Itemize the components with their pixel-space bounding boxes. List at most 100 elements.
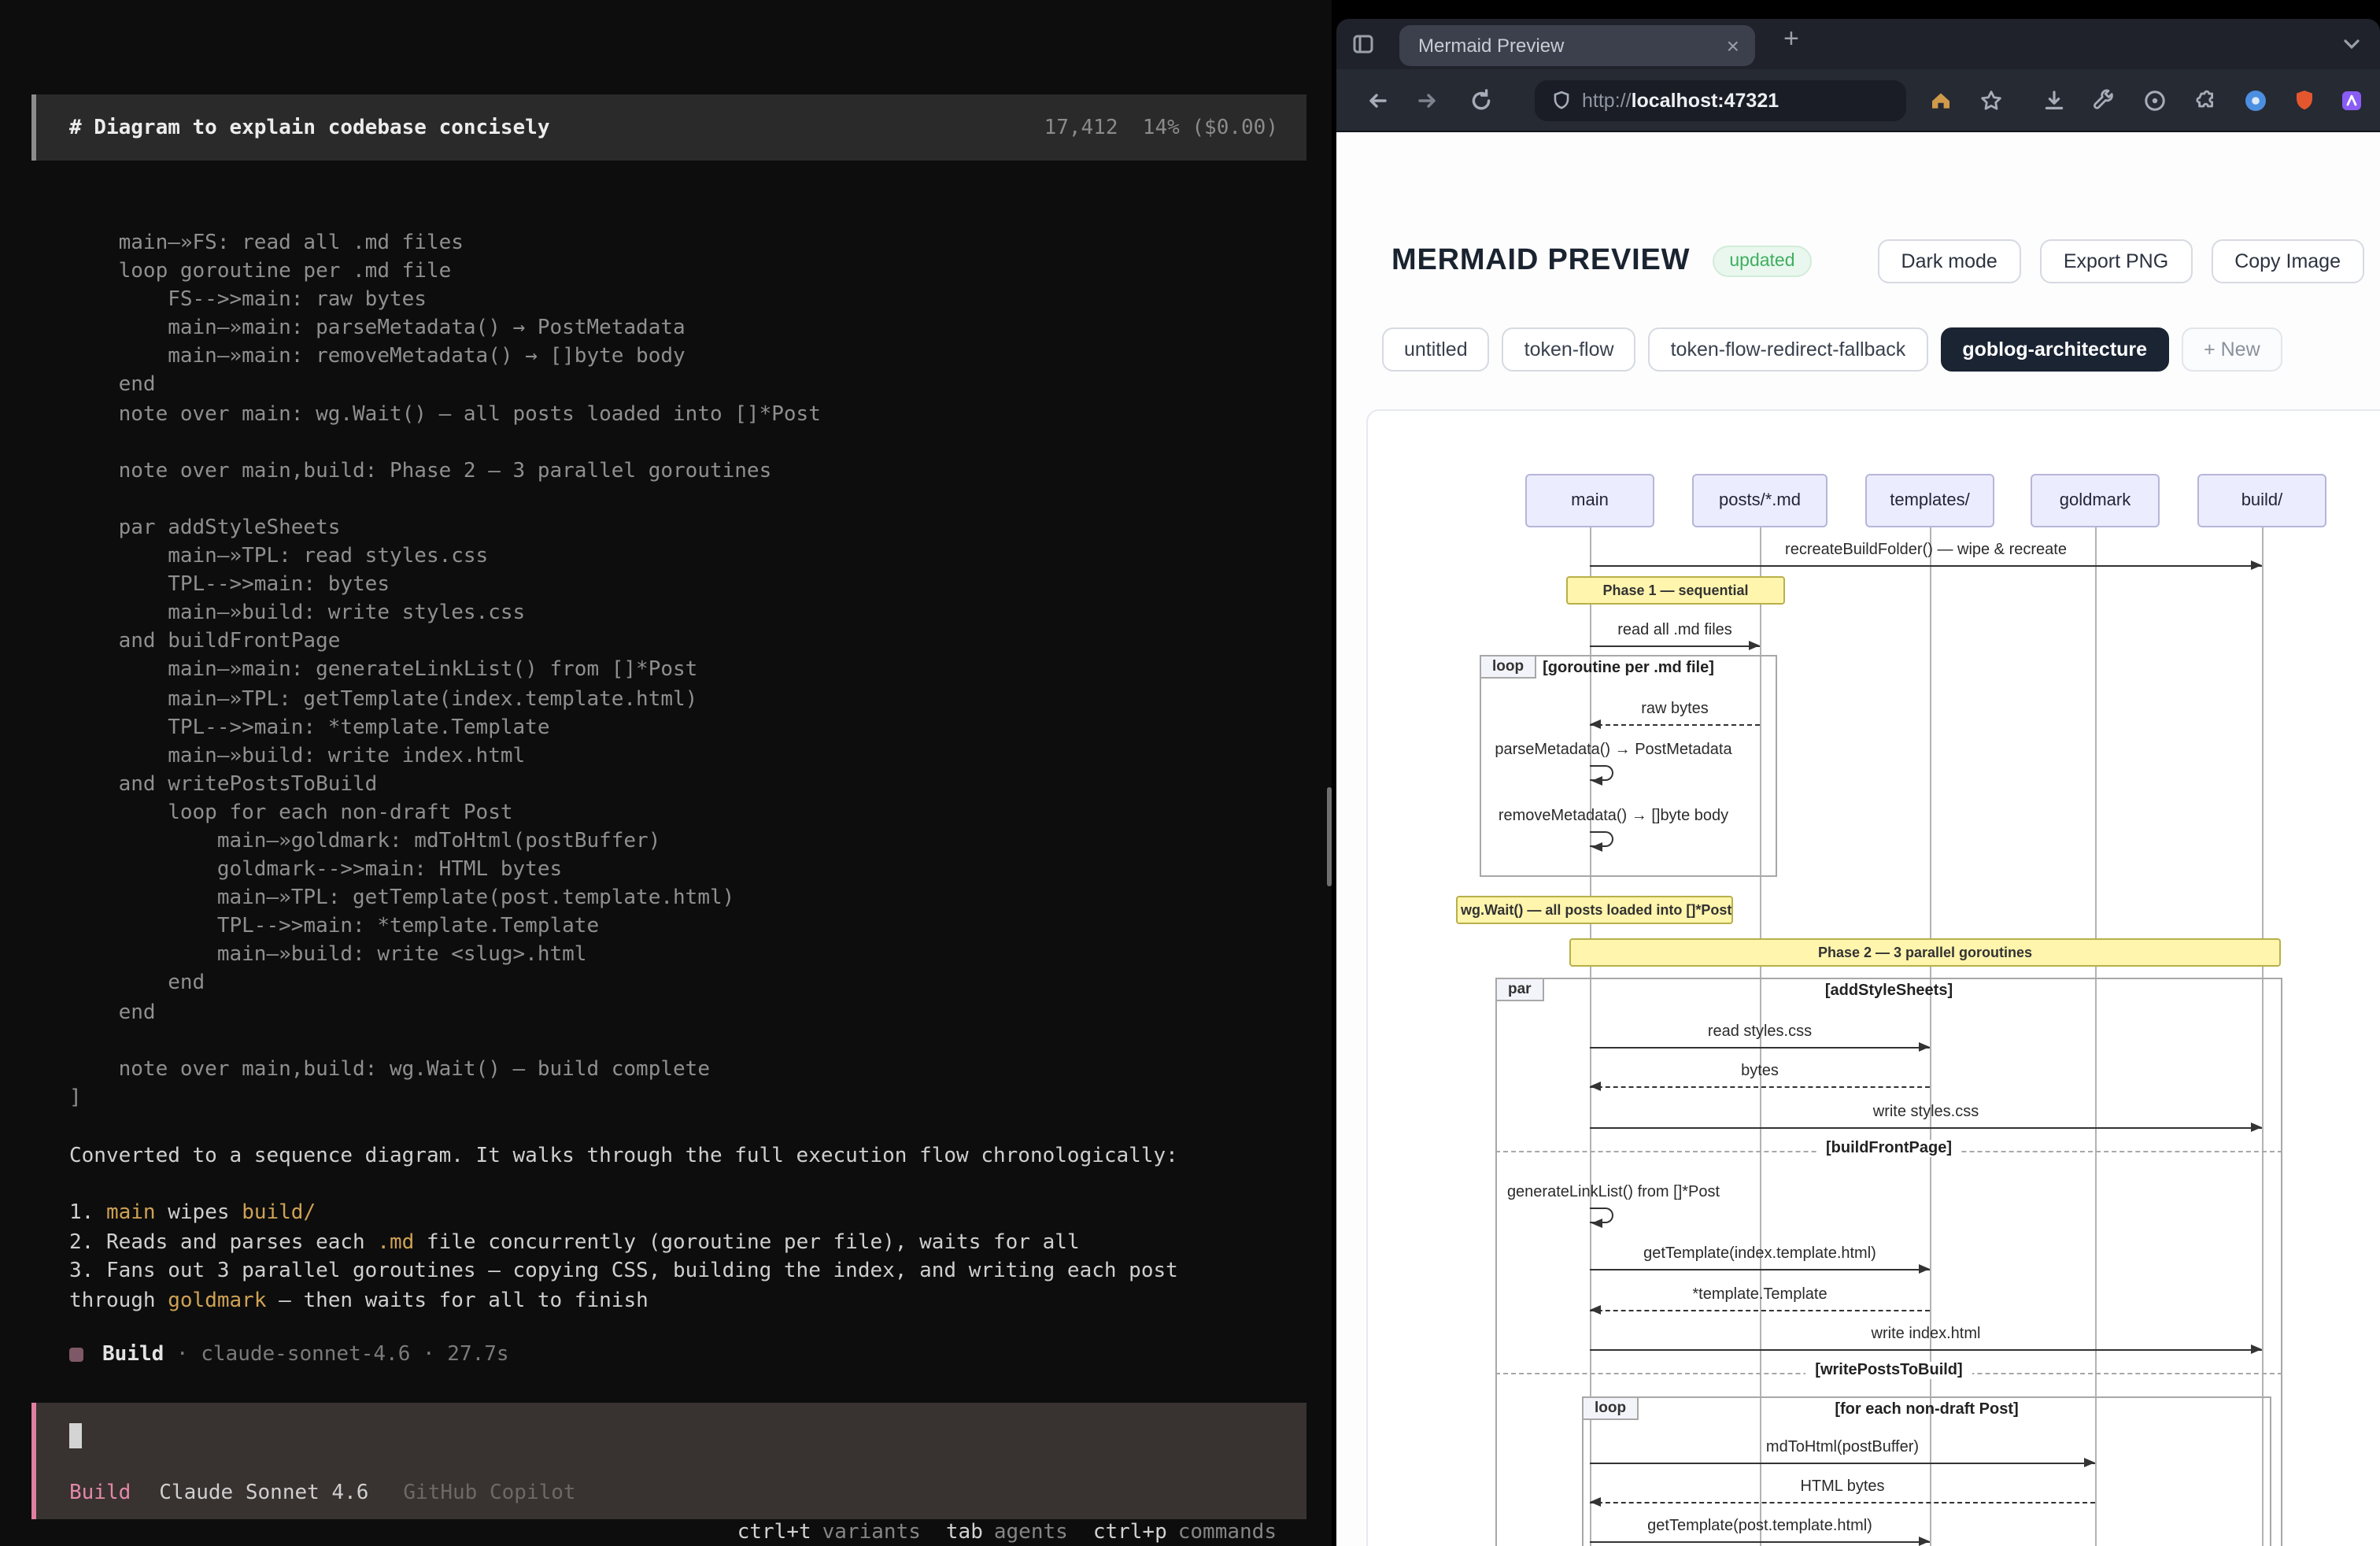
message-label: recreateBuildFolder() — wipe & recreate bbox=[1785, 542, 2067, 559]
arrowhead bbox=[1590, 1081, 1601, 1090]
arrowhead bbox=[1591, 775, 1602, 785]
diagram-note: Phase 1 — sequential bbox=[1566, 576, 1785, 605]
url-scheme: http:// bbox=[1582, 90, 1632, 112]
file-tabs: untitled token-flow token-flow-redirect-fa… bbox=[1382, 327, 2282, 372]
arrowhead bbox=[1590, 719, 1601, 728]
shortcut-hint: tab agents bbox=[945, 1521, 1068, 1544]
download-icon[interactable] bbox=[2042, 88, 2067, 113]
action-buttons: Dark mode Export PNG Copy Image bbox=[1877, 239, 2364, 283]
browser-tab[interactable]: Mermaid Preview × bbox=[1399, 25, 1755, 66]
file-tab-goblog-architecture[interactable]: goblog-architecture bbox=[1940, 327, 2170, 372]
message-line bbox=[1590, 645, 1760, 647]
browser-tab-title: Mermaid Preview bbox=[1418, 35, 1565, 57]
action-button-dark-mode[interactable]: Dark mode bbox=[1877, 239, 2021, 283]
forward-icon[interactable] bbox=[1415, 88, 1440, 113]
summary-list-line: 2. Reads and parses each .md file concur… bbox=[69, 1230, 1080, 1254]
diagram-note: wg.Wait() — all posts loaded into []*Pos… bbox=[1456, 896, 1733, 924]
message-line bbox=[1590, 1349, 2262, 1351]
message-line bbox=[1590, 565, 2262, 567]
frame-title: [goroutine per .md file] bbox=[1543, 660, 1714, 677]
build-status-icon bbox=[69, 1348, 83, 1362]
sequence-diagram: main posts/*.md templates/goldmark build/lo… bbox=[1368, 411, 2380, 1546]
file-tab-token-flow-redirect-fallback[interactable]: token-flow-redirect-fallback bbox=[1648, 327, 1928, 372]
file-tab--new[interactable]: + New bbox=[2182, 327, 2282, 372]
message-line bbox=[1590, 1463, 2095, 1464]
message-label: write styles.css bbox=[1872, 1104, 1979, 1121]
participant-box: build/ bbox=[2197, 474, 2326, 527]
session-header: # Diagram to explain codebase concisely … bbox=[31, 94, 1306, 161]
arrowhead bbox=[2251, 560, 2262, 569]
browser-window: Mermaid Preview × + http://localhost:473… bbox=[1336, 19, 2380, 1546]
arrowhead bbox=[2251, 1344, 2262, 1353]
extensions-puzzle-icon[interactable] bbox=[2193, 88, 2218, 113]
bookmark-star-icon[interactable] bbox=[1979, 88, 2004, 113]
adblock-shield-icon[interactable] bbox=[2292, 88, 2317, 113]
arrowhead bbox=[1919, 1041, 1930, 1051]
message-line bbox=[1590, 1086, 1930, 1088]
file-tab-token-flow[interactable]: token-flow bbox=[1502, 327, 1636, 372]
participant-box: posts/*.md bbox=[1692, 474, 1828, 527]
home-icon[interactable] bbox=[1928, 88, 1953, 113]
prompt-input[interactable]: Build Claude Sonnet 4.6 GitHub Copilot bbox=[31, 1403, 1306, 1519]
file-tab-untitled[interactable]: untitled bbox=[1382, 327, 1490, 372]
extension-circle-icon[interactable] bbox=[2142, 88, 2168, 113]
message-label: read all .md files bbox=[1617, 622, 1732, 639]
message-label: *template.Template bbox=[1692, 1286, 1828, 1304]
close-icon[interactable]: × bbox=[1727, 35, 1739, 57]
shortcut-hint: ctrl+p commands bbox=[1092, 1521, 1277, 1544]
participant-box: main bbox=[1525, 474, 1654, 527]
message-label: getTemplate(index.template.html) bbox=[1643, 1245, 1876, 1263]
message-label: removeMetadata() → []byte body bbox=[1498, 808, 1729, 825]
url-text: http://localhost:47321 bbox=[1582, 90, 1779, 112]
message-line bbox=[1590, 724, 1760, 726]
message-label: raw bytes bbox=[1641, 701, 1709, 718]
arrowhead bbox=[1591, 1218, 1602, 1227]
devtools-wrench-icon[interactable] bbox=[2092, 88, 2117, 113]
provider-label: GitHub Copilot bbox=[403, 1481, 576, 1505]
message-line bbox=[1590, 1047, 1930, 1049]
message-label: parseMetadata() → PostMetadata bbox=[1495, 742, 1732, 759]
browser-navbar: http://localhost:47321 bbox=[1336, 69, 2380, 132]
chevron-down-icon[interactable] bbox=[2339, 31, 2364, 57]
shortcut-hint: ctrl+t variants bbox=[737, 1521, 921, 1544]
assistant-summary: Converted to a sequence diagram. It walk… bbox=[69, 1145, 1178, 1168]
build-status-meta: · claude-sonnet-4.6 · 27.7s bbox=[164, 1343, 509, 1367]
frame-title: [for each non-draft Post] bbox=[1835, 1401, 2019, 1418]
terminal-panel: # Diagram to explain codebase concisely … bbox=[0, 0, 1332, 1546]
participant-box: templates/ bbox=[1865, 474, 1994, 527]
message-label: HTML bytes bbox=[1800, 1478, 1885, 1496]
screen: # Diagram to explain codebase concisely … bbox=[0, 0, 2380, 1546]
status-badge: updated bbox=[1712, 246, 1813, 277]
message-label: read styles.css bbox=[1707, 1023, 1813, 1041]
summary-list-line: 1. main wipes build/ bbox=[69, 1201, 316, 1225]
extension-blue-icon[interactable] bbox=[2243, 88, 2268, 113]
message-line bbox=[1590, 1310, 1930, 1311]
page-header: MERMAID PREVIEW updated Dark mode Export … bbox=[1391, 236, 2364, 287]
participant-box: goldmark bbox=[2031, 474, 2160, 527]
shortcut-bar: ctrl+t variants tab agents ctrl+p commands bbox=[737, 1521, 1277, 1544]
mermaid-source: main—»FS: read all .md files loop gorout… bbox=[69, 231, 821, 1110]
arrowhead bbox=[1590, 1304, 1601, 1314]
url-bar[interactable]: http://localhost:47321 bbox=[1535, 80, 1906, 121]
browser-tab-strip: Mermaid Preview × + bbox=[1336, 19, 2380, 69]
reload-icon[interactable] bbox=[1469, 88, 1494, 113]
new-tab-icon[interactable]: + bbox=[1783, 24, 1799, 55]
build-status-row: Build · claude-sonnet-4.6 · 27.7s bbox=[69, 1343, 509, 1367]
sidebar-toggle-icon[interactable] bbox=[1351, 31, 1376, 57]
model-label: Claude Sonnet 4.6 bbox=[159, 1481, 369, 1505]
terminal-scrollbar-thumb[interactable] bbox=[1327, 787, 1332, 886]
url-host: localhost:47321 bbox=[1631, 90, 1779, 112]
message-line bbox=[1590, 1127, 2262, 1129]
message-line bbox=[1590, 1502, 2095, 1503]
composer-status-row: Build Claude Sonnet 4.6 GitHub Copilot bbox=[69, 1481, 576, 1505]
extension-purple-icon[interactable] bbox=[2339, 88, 2364, 113]
back-icon[interactable] bbox=[1365, 88, 1390, 113]
action-button-export-png[interactable]: Export PNG bbox=[2039, 239, 2193, 283]
agent-mode-label: Build bbox=[69, 1481, 131, 1505]
summary-list-line: 3. Fans out 3 parallel goroutines — copy… bbox=[69, 1259, 1178, 1283]
site-permissions-icon[interactable] bbox=[1550, 90, 1572, 112]
action-button-copy-image[interactable]: Copy Image bbox=[2211, 239, 2364, 283]
page-title: MERMAID PREVIEW bbox=[1391, 244, 1691, 277]
summary-list-line: through goldmark — then waits for all to… bbox=[69, 1289, 649, 1312]
arrowhead bbox=[2251, 1122, 2262, 1131]
